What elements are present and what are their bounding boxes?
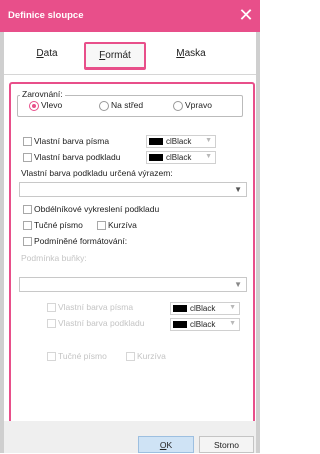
chevron-down-icon: ▼ bbox=[229, 320, 236, 327]
tab-format[interactable]: Formát bbox=[84, 42, 146, 70]
ok-label: K bbox=[166, 440, 173, 450]
radio-left[interactable] bbox=[29, 101, 39, 111]
bg-expr-label: Vlastní barva podkladu určená výrazem: bbox=[21, 168, 173, 178]
radio-center[interactable] bbox=[99, 101, 109, 111]
conditional-checkbox[interactable] bbox=[23, 237, 32, 246]
radio-left-label: Vlevo bbox=[41, 100, 63, 110]
rect-bg-checkbox[interactable] bbox=[23, 205, 32, 214]
font-color-checkbox[interactable] bbox=[23, 137, 32, 146]
tab-divider bbox=[4, 74, 256, 75]
tab-bar: Data Formát Maska bbox=[4, 32, 256, 76]
chevron-down-icon: ▼ bbox=[205, 137, 212, 144]
window-title: Definice sloupce bbox=[8, 10, 84, 21]
tab-data-label: ata bbox=[43, 48, 58, 59]
cell-condition-label: Podmínka buňky: bbox=[21, 253, 87, 263]
bold-label: Tučné písmo bbox=[34, 220, 83, 230]
active-tab-underline bbox=[86, 67, 144, 70]
cond-font-color-checkbox[interactable] bbox=[47, 303, 56, 312]
tab-maska-accel: M bbox=[176, 48, 185, 59]
tab-maska-label: aska bbox=[184, 48, 206, 59]
cond-font-color-label: Vlastní barva písma bbox=[58, 302, 134, 312]
chevron-down-icon: ▼ bbox=[234, 280, 242, 289]
italic-label: Kurzíva bbox=[108, 220, 137, 230]
bg-color-select[interactable]: clBlack ▼ bbox=[146, 151, 216, 164]
font-color-value: clBlack bbox=[166, 137, 192, 146]
bg-color-checkbox[interactable] bbox=[23, 153, 32, 162]
bg-expr-combo[interactable]: ▼ bbox=[19, 182, 247, 197]
window-border-right bbox=[256, 32, 260, 453]
italic-checkbox[interactable] bbox=[97, 221, 106, 230]
cond-bold-label: Tučné písmo bbox=[58, 351, 107, 361]
bg-color-label: Vlastní barva podkladu bbox=[34, 152, 121, 162]
chevron-down-icon: ▼ bbox=[234, 185, 242, 194]
cond-bg-color-swatch bbox=[173, 321, 187, 328]
rect-bg-label: Obdélníkové vykreslení podkladu bbox=[34, 204, 160, 214]
ok-button[interactable]: OK bbox=[138, 436, 194, 453]
cond-italic-checkbox[interactable] bbox=[126, 352, 135, 361]
radio-right-label: Vpravo bbox=[185, 100, 212, 110]
alignment-label: Zarovnání: bbox=[20, 89, 65, 99]
radio-right[interactable] bbox=[173, 101, 183, 111]
cond-italic-label: Kurzíva bbox=[137, 351, 166, 361]
cond-font-color-select[interactable]: clBlack ▼ bbox=[170, 302, 240, 315]
bg-color-value: clBlack bbox=[166, 153, 192, 162]
chevron-down-icon: ▼ bbox=[205, 153, 212, 160]
cond-bg-color-checkbox[interactable] bbox=[47, 319, 56, 328]
font-color-select[interactable]: clBlack ▼ bbox=[146, 135, 216, 148]
close-icon[interactable]: ✕ bbox=[236, 5, 256, 25]
cond-bold-checkbox[interactable] bbox=[47, 352, 56, 361]
cancel-button[interactable]: Storno bbox=[199, 436, 254, 453]
cond-bg-color-value: clBlack bbox=[190, 320, 216, 329]
window-border-left bbox=[0, 32, 4, 453]
cell-condition-combo[interactable]: ▼ bbox=[19, 277, 247, 292]
cond-font-color-swatch bbox=[173, 305, 187, 312]
cond-font-color-value: clBlack bbox=[190, 304, 216, 313]
chevron-down-icon: ▼ bbox=[229, 304, 236, 311]
font-color-swatch bbox=[149, 138, 163, 145]
cond-bg-color-select[interactable]: clBlack ▼ bbox=[170, 318, 240, 331]
bg-color-swatch bbox=[149, 154, 163, 161]
font-color-label: Vlastní barva písma bbox=[34, 136, 110, 146]
tab-data[interactable]: Data bbox=[18, 42, 76, 66]
conditional-label: Podmíněné formátování: bbox=[34, 236, 128, 246]
tab-maska[interactable]: Maska bbox=[160, 42, 222, 66]
cond-bg-color-label: Vlastní barva podkladu bbox=[58, 318, 145, 328]
radio-center-label: Na střed bbox=[111, 100, 144, 110]
bold-checkbox[interactable] bbox=[23, 221, 32, 230]
tab-format-label: ormát bbox=[105, 50, 131, 61]
tab-data-accel: D bbox=[36, 48, 44, 59]
